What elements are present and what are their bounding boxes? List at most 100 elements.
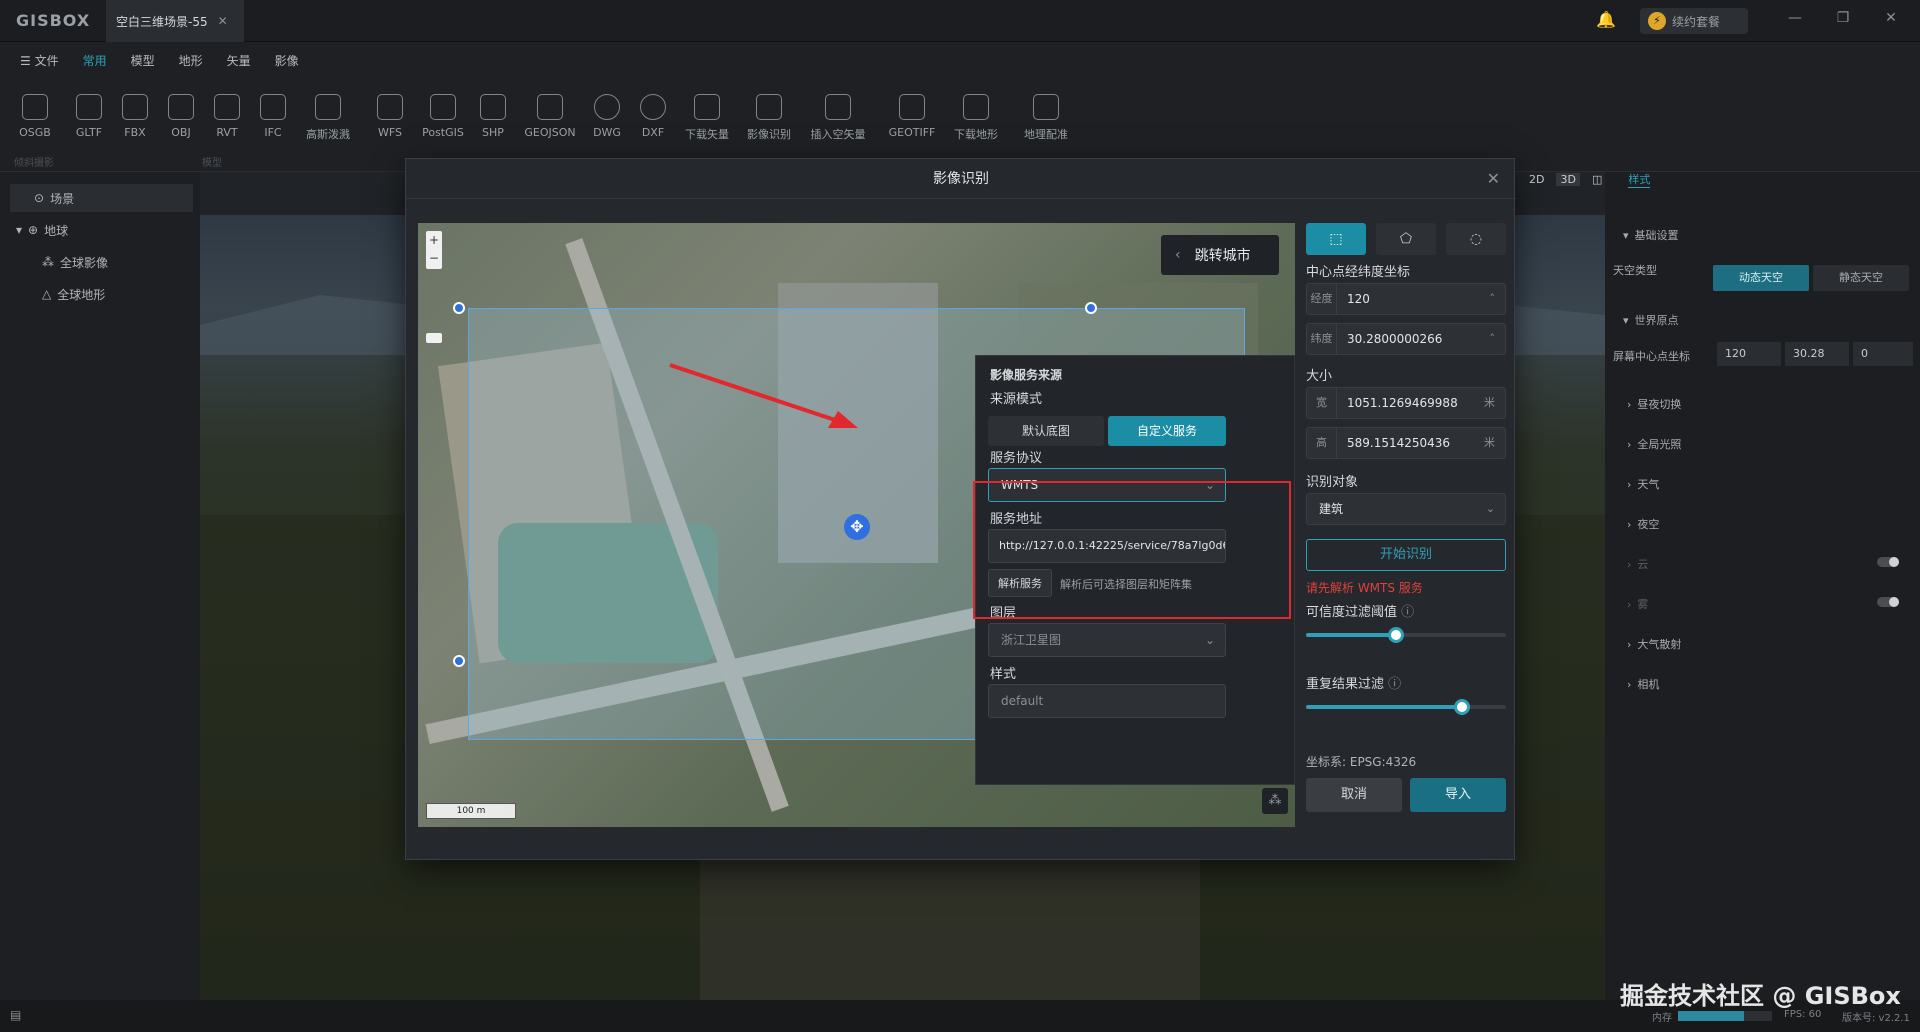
tool-dxf[interactable]: DXF xyxy=(632,88,674,152)
view-2d-button[interactable]: 2D xyxy=(1529,173,1544,186)
bell-icon[interactable]: 🔔 xyxy=(1596,10,1616,30)
tool-obj[interactable]: OBJ xyxy=(160,88,202,152)
import-button[interactable]: 导入 xyxy=(1410,778,1506,812)
tool-label: IFC xyxy=(264,126,282,139)
style-select[interactable]: default xyxy=(988,684,1226,718)
width-input[interactable]: 宽 1051.1269469988 米 xyxy=(1306,387,1506,419)
minimize-icon[interactable]: — xyxy=(1784,10,1806,30)
menu-item-model[interactable]: 模型 xyxy=(131,52,155,69)
section-basic-settings[interactable]: ▾ 基础设置 xyxy=(1623,227,1679,243)
spinner-icon[interactable]: ˄ xyxy=(1490,284,1496,314)
rectangle-select-button[interactable]: ⬚ xyxy=(1306,223,1366,255)
tool-geojson[interactable]: GEOJSON xyxy=(520,88,580,152)
renew-button[interactable]: ⚡ 续约套餐 xyxy=(1640,8,1748,34)
tool-download-terrain[interactable]: 下载地形 xyxy=(948,88,1004,152)
menu-bar: ☰ 文件 常用 模型 地形 矢量 影像 xyxy=(0,42,1920,78)
menu-item-imagery[interactable]: 影像 xyxy=(275,52,299,69)
sky-dynamic-button[interactable]: 动态天空 xyxy=(1713,265,1809,291)
start-recognition-button[interactable]: 开始识别 xyxy=(1306,539,1506,571)
default-basemap-button[interactable]: 默认底图 xyxy=(988,416,1104,446)
close-window-icon[interactable]: ✕ xyxy=(1880,10,1902,30)
tool-wfs[interactable]: WFS xyxy=(369,88,411,152)
section-atmosphere[interactable]: › 大气散射 xyxy=(1627,636,1681,652)
tool-dwg[interactable]: DWG xyxy=(586,88,628,152)
dialog-close-icon[interactable]: ✕ xyxy=(1487,169,1500,188)
screen-center-y[interactable]: 30.28 xyxy=(1785,342,1849,366)
help-icon[interactable]: ⓘ xyxy=(1388,677,1401,692)
tool-rvt[interactable]: RVT xyxy=(206,88,248,152)
section-fog[interactable]: › 雾 xyxy=(1627,596,1648,612)
section-world-origin[interactable]: ▾ 世界原点 xyxy=(1623,312,1679,328)
shp-icon xyxy=(480,94,506,120)
section-day-night[interactable]: › 昼夜切换 xyxy=(1627,396,1681,412)
tool-osgb[interactable]: OSGB xyxy=(14,88,56,152)
center-coords-label: 中心点经纬度坐标 xyxy=(1306,265,1411,280)
close-icon[interactable]: ✕ xyxy=(218,14,228,28)
section-cloud[interactable]: › 云 xyxy=(1627,556,1648,572)
height-prefix: 高 xyxy=(1307,428,1337,458)
menu-item-vector[interactable]: 矢量 xyxy=(227,52,251,69)
screen-center-z[interactable]: 0 xyxy=(1853,342,1913,366)
wfs-icon xyxy=(377,94,403,120)
lon-prefix: 经度 xyxy=(1307,284,1337,314)
restore-icon[interactable]: ❐ xyxy=(1832,10,1854,30)
tool-label: OSGB xyxy=(19,126,51,139)
tool-georeference[interactable]: 地理配准 xyxy=(1018,88,1074,152)
section-global-light[interactable]: › 全局光照 xyxy=(1627,436,1681,452)
tree-item-global-terrain[interactable]: △ 全球地形 xyxy=(0,280,200,308)
tool-shp[interactable]: SHP xyxy=(472,88,514,152)
fog-toggle[interactable] xyxy=(1877,597,1899,607)
tool-ifc[interactable]: IFC xyxy=(252,88,294,152)
tool-postgis[interactable]: PostGIS xyxy=(418,88,468,152)
layer-select[interactable]: 浙江卫星图 ⌄ xyxy=(988,623,1226,657)
scene-tab[interactable]: 空白三维场景-55 ✕ xyxy=(106,0,244,42)
section-camera[interactable]: › 相机 xyxy=(1627,676,1659,692)
tab-style[interactable]: 样式 xyxy=(1628,171,1651,188)
tree-item-global-imagery[interactable]: ⁂ 全球影像 xyxy=(0,248,200,276)
tool-fbx[interactable]: FBX xyxy=(114,88,156,152)
tool-label: FBX xyxy=(124,126,146,139)
confidence-slider-knob[interactable] xyxy=(1388,627,1404,643)
app-logo: GISBOX xyxy=(16,11,91,30)
custom-service-button[interactable]: 自定义服务 xyxy=(1108,416,1226,446)
tree-item-label: 全球地形 xyxy=(57,287,106,302)
tool-gaussian-splat[interactable]: 高斯泼溅 xyxy=(300,88,356,152)
dedup-slider-knob[interactable] xyxy=(1454,699,1470,715)
polygon-select-button[interactable]: ⬠ xyxy=(1376,223,1436,255)
satellite-map[interactable]: ✥ + − ‹ 跳转城市 100 m ⁂ 影像服务来源 来源模式 默认底图 自定… xyxy=(418,223,1295,827)
confidence-slider-fill xyxy=(1306,633,1396,637)
section-weather[interactable]: › 天气 xyxy=(1627,476,1659,492)
height-input[interactable]: 高 589.1514250436 米 xyxy=(1306,427,1506,459)
tree-item-earth[interactable]: ▾ ⊕ 地球 xyxy=(0,216,200,244)
tool-insert-empty-vector[interactable]: 插入空矢量 xyxy=(806,88,870,152)
freeform-select-button[interactable]: ◌ xyxy=(1446,223,1506,255)
longitude-input[interactable]: 经度 120 ˄ xyxy=(1306,283,1506,315)
view-3d-button[interactable]: 3D xyxy=(1556,172,1580,186)
spinner-icon[interactable]: ˄ xyxy=(1490,324,1496,354)
tree-item-scene[interactable]: ⊙ 场景 xyxy=(10,184,193,212)
cancel-button[interactable]: 取消 xyxy=(1306,778,1402,812)
help-icon[interactable]: ⓘ xyxy=(1401,605,1414,620)
menu-item-terrain[interactable]: 地形 xyxy=(179,52,203,69)
menu-file[interactable]: ☰ 文件 xyxy=(20,52,59,69)
crs-label: 坐标系: EPSG:4326 xyxy=(1306,755,1417,769)
view-split-button[interactable]: ◫ xyxy=(1592,173,1602,186)
tool-label: GLTF xyxy=(75,126,103,139)
chevron-down-icon[interactable]: ▾ xyxy=(16,223,22,237)
notes-icon[interactable]: ▤ xyxy=(10,1008,21,1022)
menu-item-common[interactable]: 常用 xyxy=(83,52,107,69)
toggle-knob xyxy=(1889,557,1899,567)
target-select[interactable]: 建筑 ⌄ xyxy=(1306,493,1506,525)
sky-static-button[interactable]: 静态天空 xyxy=(1813,265,1909,291)
section-night-sky[interactable]: › 夜空 xyxy=(1627,516,1659,532)
tool-gltf[interactable]: GLTF xyxy=(68,88,110,152)
tool-image-recognition[interactable]: 影像识别 xyxy=(742,88,796,152)
sky-type-row: 天空类型 xyxy=(1613,262,1657,278)
screen-center-x[interactable]: 120 xyxy=(1717,342,1781,366)
latitude-input[interactable]: 纬度 30.2800000266 ˄ xyxy=(1306,323,1506,355)
dedup-slider[interactable] xyxy=(1306,699,1506,715)
tool-download-vector[interactable]: 下载矢量 xyxy=(680,88,734,152)
cloud-toggle[interactable] xyxy=(1877,557,1899,567)
confidence-slider[interactable] xyxy=(1306,627,1506,643)
tool-geotiff[interactable]: GEOTIFF xyxy=(884,88,940,152)
